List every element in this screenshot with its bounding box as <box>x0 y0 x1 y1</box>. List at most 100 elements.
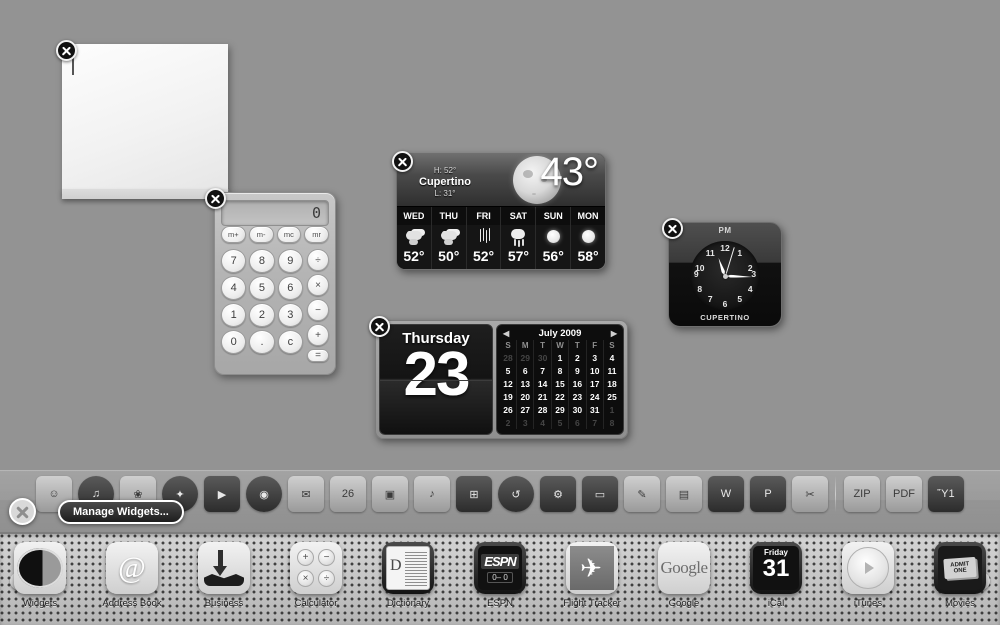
clock-widget[interactable]: PM 12 1 2 3 4 5 6 7 8 9 10 11 CUPERTINO <box>668 222 782 327</box>
dock-icon-zip-file[interactable]: ZIP <box>842 474 882 514</box>
calc-key-equals[interactable]: = <box>307 349 329 362</box>
dock-icon-numbers[interactable]: ▤ <box>664 474 704 514</box>
calendar-day-cell[interactable]: 3 <box>585 351 604 364</box>
widget-item-movies[interactable]: ADMIT ONE Movies <box>924 542 996 609</box>
dock-icon-pdf-file[interactable]: PDF <box>884 474 924 514</box>
calc-key-5[interactable]: 5 <box>249 276 275 300</box>
widget-item-ical[interactable]: Friday 31 iCal <box>740 542 812 609</box>
calc-key-3[interactable]: 3 <box>277 303 303 327</box>
calendar-day-cell[interactable]: 21 <box>533 390 552 403</box>
calendar-day-cell[interactable]: 9 <box>568 364 587 377</box>
calendar-day-cell[interactable]: 19 <box>500 390 517 403</box>
calendar-day-cell[interactable]: 12 <box>500 377 517 390</box>
calendar-day-cell[interactable]: 11 <box>602 364 620 377</box>
calendar-day-cell[interactable]: 1 <box>550 351 569 364</box>
calendar-day-cell[interactable]: 28 <box>533 403 552 416</box>
calendar-day-cell[interactable]: 5 <box>500 364 517 377</box>
clock-close-button[interactable] <box>662 218 683 239</box>
calendar-day-cell[interactable]: 3 <box>516 416 534 429</box>
widget-item-business[interactable]: Business <box>188 542 260 609</box>
dock-icon-excel[interactable]: ✂ <box>790 474 830 514</box>
dock-icon-ical-dock[interactable]: 26 <box>328 474 368 514</box>
dock-icon-word[interactable]: W <box>706 474 746 514</box>
calendar-day-cell[interactable]: 6 <box>516 364 534 377</box>
dock-icon-itunes2[interactable]: ♪ <box>412 474 452 514</box>
calendar-day-cell[interactable]: 2 <box>568 351 587 364</box>
calc-key-minus[interactable]: − <box>307 299 329 321</box>
calendar-day-cell[interactable]: 26 <box>500 403 517 416</box>
calendar-day-cell[interactable]: 17 <box>585 377 604 390</box>
next-month-arrow[interactable]: ▶ <box>611 329 617 338</box>
dock-icon-ichat[interactable]: ▶ <box>202 474 242 514</box>
dock-icon-keynote[interactable]: ▭ <box>580 474 620 514</box>
calendar-day-cell[interactable]: 24 <box>585 390 604 403</box>
stickies-widget[interactable] <box>61 44 229 199</box>
calc-key-mplus[interactable]: m+ <box>221 226 246 243</box>
calendar-day-cell[interactable]: 29 <box>516 351 534 364</box>
calendar-day-cell[interactable]: 13 <box>516 377 534 390</box>
calendar-day-cell[interactable]: 29 <box>550 403 569 416</box>
dock-icon-iphoto2[interactable]: ▣ <box>370 474 410 514</box>
calendar-day-cell[interactable]: 18 <box>602 377 620 390</box>
stickies-close-button[interactable] <box>56 40 77 61</box>
dock-icon-system-preferences[interactable]: ⚙ <box>538 474 578 514</box>
calendar-day-cell[interactable]: 4 <box>602 351 620 364</box>
calc-key-mminus[interactable]: m- <box>248 226 274 243</box>
calc-key-9[interactable]: 9 <box>277 249 303 273</box>
calc-key-mc[interactable]: mc <box>276 226 302 243</box>
calendar-widget[interactable]: Thursday 23 ◀ July 2009 ▶ S M T W T F S … <box>375 320 628 439</box>
calendar-day-today[interactable]: 23 <box>568 390 587 403</box>
calendar-close-button[interactable] <box>369 316 390 337</box>
calc-key-2[interactable]: 2 <box>249 303 275 327</box>
weather-close-button[interactable] <box>392 151 413 172</box>
dock-icon-pages[interactable]: ✎ <box>622 474 662 514</box>
dock-icon-mail[interactable]: ✉ <box>286 474 326 514</box>
calendar-day-cell[interactable]: 16 <box>568 377 587 390</box>
calc-key-divide[interactable]: ÷ <box>307 249 329 271</box>
calc-key-8[interactable]: 8 <box>249 249 275 273</box>
widget-item-dictionary[interactable]: D Dictionary <box>372 542 444 609</box>
calendar-day-cell[interactable]: 5 <box>550 416 569 429</box>
dock-icon-trash[interactable]: Ὕ1 <box>926 474 966 514</box>
calc-key-0[interactable]: 0 <box>221 330 247 354</box>
widget-item-google[interactable]: Google Google <box>648 542 720 609</box>
widget-item-widgets[interactable]: Widgets <box>4 542 76 609</box>
calendar-day-cell[interactable]: 20 <box>516 390 534 403</box>
calendar-day-cell[interactable]: 7 <box>585 416 604 429</box>
widget-item-calculator[interactable]: + − × ÷ Calculator <box>280 542 352 609</box>
calc-key-mr[interactable]: mr <box>304 226 329 243</box>
calendar-day-cell[interactable]: 6 <box>568 416 587 429</box>
widget-item-espn[interactable]: ESPN 0– 0 ESPN <box>464 542 536 609</box>
calendar-day-cell[interactable]: 14 <box>533 377 552 390</box>
calc-key-7[interactable]: 7 <box>221 249 247 273</box>
dock-icon-dvd-player[interactable]: ◉ <box>244 474 284 514</box>
calc-key-decimal[interactable]: . <box>249 330 275 354</box>
calc-key-1[interactable]: 1 <box>221 303 247 327</box>
calendar-day-cell[interactable]: 8 <box>550 364 569 377</box>
calc-key-clear[interactable]: c <box>277 330 303 354</box>
dock-icon-powerpoint[interactable]: P <box>748 474 788 514</box>
calendar-day-cell[interactable]: 31 <box>585 403 604 416</box>
calendar-day-cell[interactable]: 22 <box>550 390 569 403</box>
calendar-day-cell[interactable]: 30 <box>533 351 552 364</box>
calendar-day-cell[interactable]: 28 <box>500 351 517 364</box>
calendar-day-cell[interactable]: 27 <box>516 403 534 416</box>
dock-icon-time-machine[interactable]: ↺ <box>496 474 536 514</box>
calendar-day-cell[interactable]: 15 <box>550 377 569 390</box>
calendar-day-cell[interactable]: 10 <box>585 364 604 377</box>
calendar-day-cell[interactable]: 7 <box>533 364 552 377</box>
calc-key-multiply[interactable]: × <box>307 274 329 296</box>
prev-month-arrow[interactable]: ◀ <box>503 329 509 338</box>
calendar-day-cell[interactable]: 4 <box>533 416 552 429</box>
manage-widgets-button[interactable]: Manage Widgets... <box>58 500 184 524</box>
calculator-close-button[interactable] <box>205 188 226 209</box>
weather-widget[interactable]: H: 52° Cupertino L: 31° 43° WED THU FRI … <box>396 153 606 270</box>
calendar-day-cell[interactable]: 2 <box>500 416 517 429</box>
calendar-day-cell[interactable]: 25 <box>602 390 620 403</box>
close-dashboard-button[interactable] <box>9 498 36 525</box>
widget-item-itunes[interactable]: iTunes <box>832 542 904 609</box>
widget-item-flight-tracker[interactable]: ✈ Flight Tracker <box>556 542 628 609</box>
calc-key-4[interactable]: 4 <box>221 276 247 300</box>
calendar-day-cell[interactable]: 8 <box>602 416 620 429</box>
calendar-day-cell[interactable]: 1 <box>602 403 620 416</box>
